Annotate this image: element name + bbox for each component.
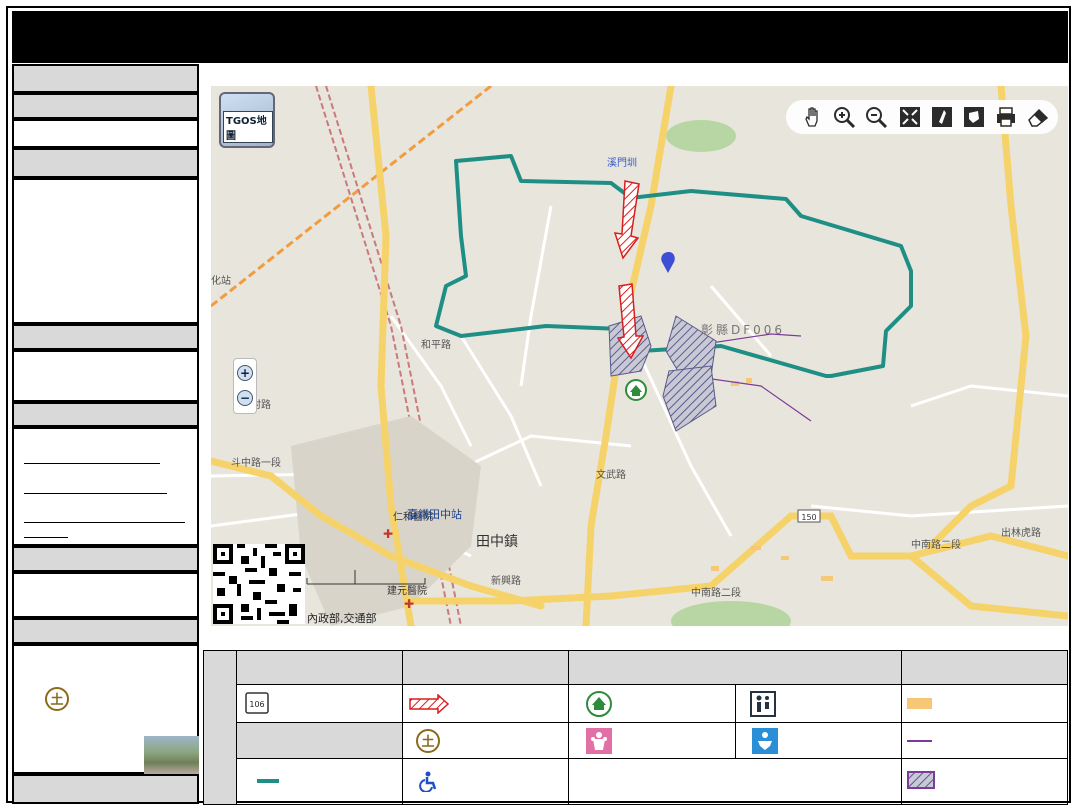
legend-caregiver-cell	[734, 684, 902, 723]
teal-line-swatch	[257, 779, 280, 783]
land-god-icon: 土	[45, 687, 69, 711]
location-pin-icon[interactable]	[661, 252, 675, 273]
sidebar-links	[12, 427, 199, 546]
legend-accessible-cell	[402, 758, 570, 805]
site-photo	[144, 736, 199, 774]
legend-grey-cell	[236, 722, 404, 759]
caregiver-icon	[749, 691, 776, 717]
svg-text:土: 土	[50, 692, 63, 708]
legend-col-header-1	[236, 650, 404, 685]
road-label-zhongnan: 中南路二段	[691, 586, 741, 599]
tgos-label: TGOS地圖	[223, 111, 273, 143]
route-sign-label: 106	[249, 700, 264, 709]
qr-code	[213, 544, 305, 624]
legend-land-god-cell: 土	[402, 722, 570, 759]
sidebar-field-5: 土	[12, 644, 199, 774]
eraser-icon[interactable]	[1026, 105, 1050, 129]
sidebar-field-3	[12, 350, 199, 402]
sidebar-header-4	[12, 324, 199, 350]
legend-empty-cell	[568, 758, 902, 805]
road-label-wenwu: 文武路	[596, 468, 626, 481]
region-extent-icon[interactable]	[962, 105, 986, 129]
title-bar	[12, 11, 1068, 63]
legend-purple-line-cell	[900, 722, 1069, 759]
legend-hatch-cell	[900, 758, 1069, 805]
zoom-in-icon[interactable]	[832, 105, 856, 129]
red-arrow-icon	[409, 694, 450, 714]
hospital-icon-2: ✚	[404, 597, 414, 611]
legend-baby-cell	[734, 722, 902, 759]
pan-hand-icon[interactable]	[800, 105, 824, 129]
legend-side-header	[202, 650, 238, 805]
svg-text:土: 土	[422, 734, 435, 750]
zoom-out-icon[interactable]	[864, 105, 888, 129]
legend-table: 106 土	[202, 650, 1069, 805]
road-label-xinxing: 新興路	[491, 574, 521, 587]
legend-col-header-2	[402, 650, 570, 685]
sidebar-header-1	[12, 64, 199, 93]
station-label: 臺鐵田中站	[407, 507, 462, 521]
sidebar-header-7	[12, 618, 199, 644]
land-god-legend-icon: 土	[416, 729, 441, 753]
sidebar-field-2	[12, 178, 199, 324]
hospital-icon: ✚	[383, 527, 393, 541]
full-extent-icon[interactable]	[898, 105, 922, 129]
sidebar-field-1	[12, 119, 199, 148]
hospital-label-2: 建元醫院	[387, 584, 427, 597]
sidebar: 土	[12, 64, 199, 804]
print-icon[interactable]	[994, 105, 1018, 129]
legend-orange-cell	[900, 684, 1069, 723]
road-label-heping: 和平路	[421, 338, 451, 351]
county-road-label: 彰縣DF006	[701, 322, 785, 337]
town-label: 田中鎮	[476, 534, 518, 550]
legend-col-header-3	[568, 650, 902, 685]
house-icon	[586, 691, 613, 717]
map-toolbar	[786, 100, 1058, 134]
link-line-4[interactable]	[24, 537, 68, 538]
sidebar-field-4	[12, 572, 199, 618]
legend-route-sign-cell: 106	[236, 684, 404, 723]
road-label-huazhan: 化站	[211, 274, 231, 287]
purple-line-swatch	[906, 740, 932, 742]
map-credit: 內政部,交通部	[307, 612, 377, 625]
sidebar-header-5	[12, 402, 199, 427]
road-label-zhongnan-2: 中南路二段	[911, 538, 961, 551]
link-line-1[interactable]	[24, 463, 160, 464]
taiwan-extent-icon[interactable]	[930, 105, 954, 129]
wheelchair-icon	[419, 771, 437, 792]
baby-changing-icon	[751, 728, 778, 754]
link-line-2[interactable]	[24, 493, 167, 494]
sidebar-header-2	[12, 93, 199, 119]
river-label: 溪門圳	[607, 157, 637, 169]
direction-arrow-1	[613, 180, 640, 260]
tgos-map-button[interactable]: TGOS地圖	[219, 92, 275, 148]
zoom-out-button[interactable]: −	[237, 390, 253, 406]
sidebar-footer	[12, 774, 199, 804]
map-canvas[interactable]: 150 ✚ ✚ 溪門圳 和平路 化站 斗中路一段 文武路 新興路 中南路二段 中…	[211, 86, 1068, 626]
road-label-douzhong: 斗中路一段	[231, 456, 281, 469]
sidebar-header-6	[12, 546, 199, 572]
legend-nursing-cell	[568, 722, 736, 759]
orange-swatch	[906, 698, 932, 709]
map-view[interactable]: 150 ✚ ✚ 溪門圳 和平路 化站 斗中路一段 文武路 新興路 中南路二段 中…	[211, 86, 1068, 626]
hatched-area-swatch	[906, 771, 935, 789]
legend-house-cell	[568, 684, 736, 723]
green-area	[666, 120, 736, 152]
legend-teal-cell	[236, 758, 404, 805]
legend-arrow-cell	[402, 684, 570, 723]
route-150-label: 150	[801, 513, 816, 522]
road-label-chulin: 出林虎路	[1001, 526, 1041, 539]
legend-col-header-4	[900, 650, 1069, 685]
zoom-control: + −	[233, 358, 257, 414]
orange-patches	[711, 378, 833, 581]
green-area-2	[671, 601, 791, 626]
link-line-3[interactable]	[24, 522, 185, 523]
sidebar-header-3	[12, 148, 199, 178]
route-sign-icon: 106	[245, 692, 269, 714]
zoom-in-button[interactable]: +	[237, 365, 253, 381]
nursing-room-icon	[586, 728, 613, 754]
